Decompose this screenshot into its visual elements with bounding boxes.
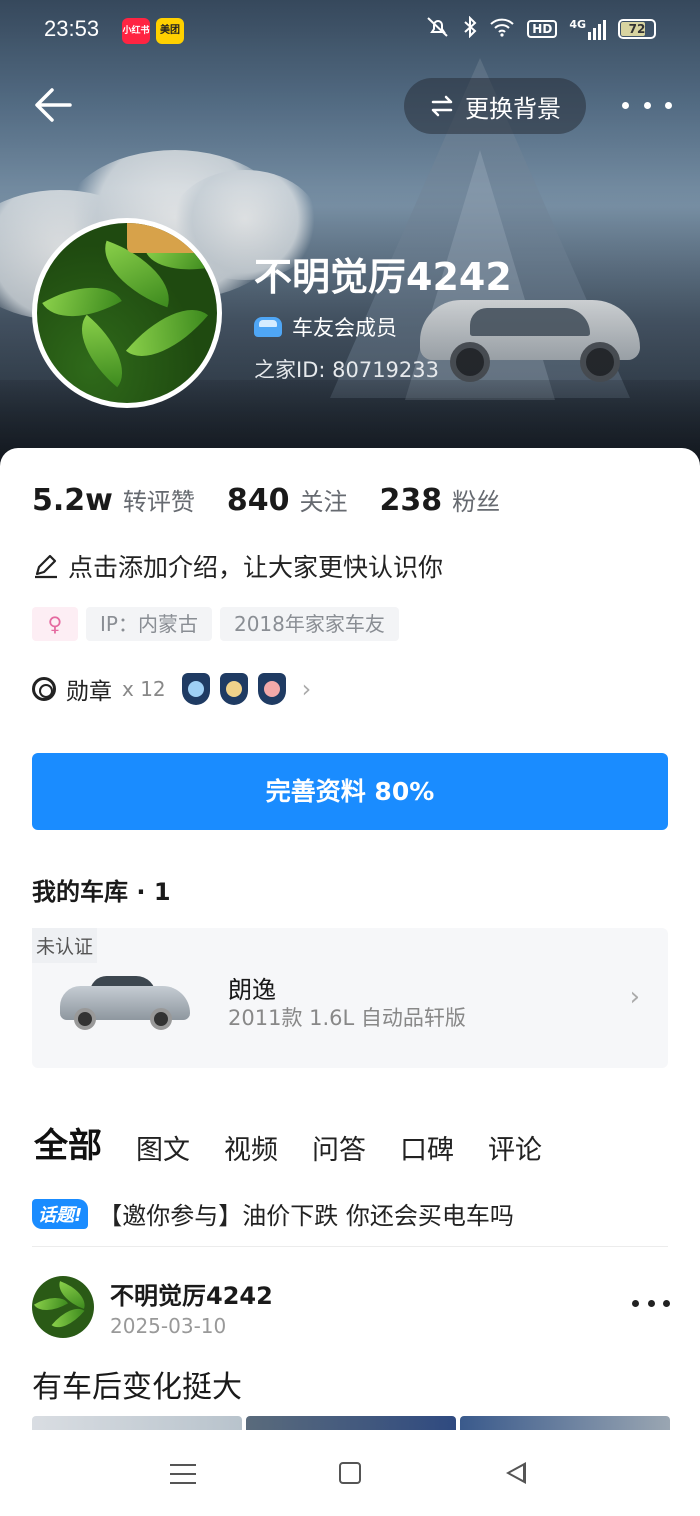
topic-tag: 话题! xyxy=(32,1198,89,1229)
profile-tags: ♀ IP：内蒙古 2018年家家车友 xyxy=(32,607,399,641)
home-icon[interactable] xyxy=(339,1462,361,1484)
back-button[interactable] xyxy=(30,82,76,128)
add-intro-link[interactable]: 点击添加介绍，让大家更快认识你 xyxy=(32,548,443,584)
more-options-button[interactable] xyxy=(622,88,672,122)
likes-count[interactable]: 5.2w xyxy=(32,483,113,518)
edit-pencil-icon xyxy=(35,554,57,579)
system-back-icon[interactable] xyxy=(506,1462,526,1484)
car-model-spec: 2011款 1.6L 自动品轩版 xyxy=(228,1006,466,1030)
chevron-right-icon: › xyxy=(629,982,640,1012)
followers-label[interactable]: 粉丝 xyxy=(452,482,500,517)
unverified-badge: 未认证 xyxy=(32,928,98,963)
member-since-tag: 2018年家家车友 xyxy=(219,607,399,641)
tab-posts[interactable]: 图文 xyxy=(136,1128,190,1167)
status-time: 23:53 xyxy=(44,16,100,41)
more-dot-icon xyxy=(665,101,672,109)
tab-all[interactable]: 全部 xyxy=(34,1118,102,1167)
more-dot-icon xyxy=(663,1300,670,1307)
more-dot-icon xyxy=(632,1300,639,1307)
divider xyxy=(32,1246,668,1247)
car-image xyxy=(60,970,190,1030)
member-badge[interactable]: 车友会成员 xyxy=(254,312,397,342)
tab-videos[interactable]: 视频 xyxy=(224,1128,278,1167)
medal-badge-icon xyxy=(219,673,248,705)
stats-row: 5.2w 转评赞 840 关注 238 粉丝 xyxy=(32,482,532,518)
intro-text: 点击添加介绍，让大家更快认识你 xyxy=(68,553,444,582)
ip-location-tag: IP：内蒙古 xyxy=(86,607,212,641)
medals-count: x 12 xyxy=(122,677,166,701)
system-navigation-bar xyxy=(0,1430,700,1516)
medal-badge-icon xyxy=(181,673,210,705)
status-bar: 23:53 小红书 美团 HD 4G 72 xyxy=(0,0,700,62)
chevron-right-icon: › xyxy=(301,675,312,703)
medal-icon xyxy=(32,677,56,701)
wifi-icon xyxy=(489,17,515,41)
back-arrow-icon xyxy=(35,88,72,122)
mute-vibrate-icon xyxy=(425,16,451,42)
more-dot-icon xyxy=(647,1300,655,1307)
following-label[interactable]: 关注 xyxy=(299,482,347,517)
avatar[interactable] xyxy=(32,218,222,408)
car-model-name: 朗逸 xyxy=(228,976,276,1004)
topic-text: 【邀你参与】油价下跌 你还会买电车吗 xyxy=(98,1202,514,1230)
swap-icon xyxy=(431,95,453,117)
bluetooth-icon xyxy=(463,15,477,42)
content-tabs: 全部 图文 视频 问答 口碑 评论 xyxy=(34,1118,542,1167)
recent-apps-icon[interactable] xyxy=(170,1464,196,1484)
tab-qa[interactable]: 问答 xyxy=(312,1128,366,1167)
garage-title: 我的车库 · 1 xyxy=(32,878,171,906)
signal-icon: 4G xyxy=(569,18,606,40)
meituan-app-icon: 美团 xyxy=(156,18,184,44)
post-author-name[interactable]: 不明觉厉4242 xyxy=(110,1276,273,1311)
complete-profile-button[interactable]: 完善资料 80% xyxy=(32,753,668,830)
gender-female-icon: ♀ xyxy=(32,607,78,641)
tab-comments[interactable]: 评论 xyxy=(488,1128,542,1167)
post-more-button[interactable] xyxy=(632,1300,670,1312)
garage-car-card[interactable]: 未认证 朗逸 2011款 1.6L 自动品轩版 › xyxy=(32,928,668,1068)
likes-label[interactable]: 转评赞 xyxy=(123,482,195,517)
xiaohongshu-app-icon: 小红书 xyxy=(122,18,150,44)
change-background-button[interactable]: 更换背景 xyxy=(404,78,586,134)
change-background-label: 更换背景 xyxy=(465,94,561,123)
medals-label: 勋章 xyxy=(66,679,112,705)
more-dot-icon xyxy=(643,101,651,109)
car-club-icon xyxy=(254,317,282,337)
member-label: 车友会成员 xyxy=(292,316,397,340)
hd-icon: HD xyxy=(527,20,558,38)
medals-row[interactable]: 勋章 x 12 › xyxy=(32,672,311,706)
following-count[interactable]: 840 xyxy=(227,483,290,518)
followers-count[interactable]: 238 xyxy=(379,483,442,518)
battery-icon: 72 xyxy=(618,19,656,39)
post-title[interactable]: 有车后变化挺大 xyxy=(32,1362,242,1406)
tab-reviews[interactable]: 口碑 xyxy=(400,1128,454,1167)
more-dot-icon xyxy=(622,101,629,109)
post-author-avatar[interactable] xyxy=(32,1276,94,1338)
topic-banner[interactable]: 话题! 【邀你参与】油价下跌 你还会买电车吗 xyxy=(32,1196,514,1231)
home-id: 之家ID: 80719233 xyxy=(254,358,440,382)
medal-badge-icon xyxy=(257,673,286,705)
profile-username: 不明觉厉4242 xyxy=(254,255,512,299)
post-date: 2025-03-10 xyxy=(110,1314,227,1338)
